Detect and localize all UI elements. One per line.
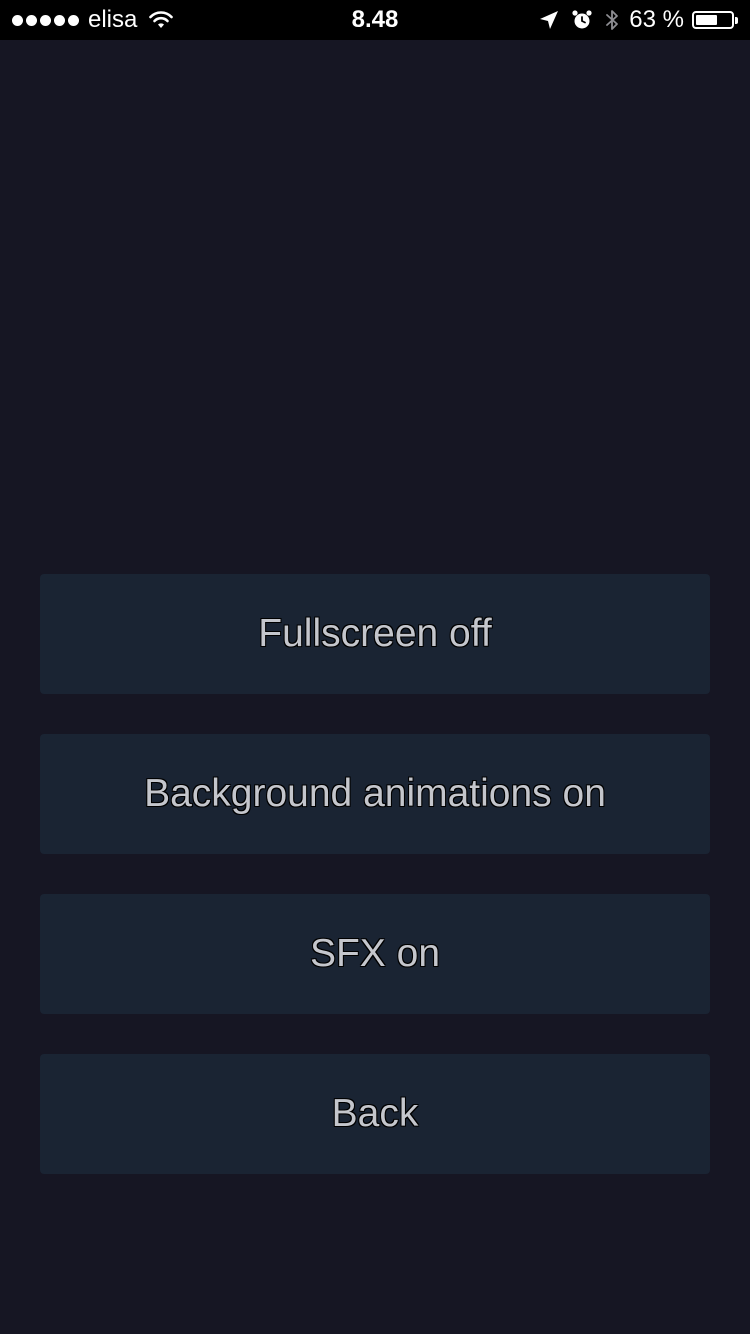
signal-dot bbox=[68, 14, 79, 26]
fullscreen-toggle-button[interactable]: Fullscreen off bbox=[40, 574, 710, 694]
background-animations-toggle-label: Background animations on bbox=[144, 772, 606, 815]
carrier-name: elisa bbox=[88, 6, 138, 33]
signal-dot bbox=[40, 14, 51, 26]
sfx-toggle-button[interactable]: SFX on bbox=[40, 894, 710, 1014]
signal-dot bbox=[26, 14, 37, 26]
location-arrow-icon bbox=[539, 10, 559, 30]
signal-strength-icon bbox=[12, 14, 79, 26]
sfx-toggle-label: SFX on bbox=[309, 932, 441, 975]
alarm-clock-icon bbox=[571, 9, 593, 31]
signal-dot bbox=[54, 14, 65, 26]
wifi-icon bbox=[149, 11, 174, 29]
fullscreen-toggle-label: Fullscreen off bbox=[258, 612, 492, 655]
back-button-label: Back bbox=[331, 1092, 419, 1135]
battery-cap bbox=[735, 16, 738, 24]
battery-icon bbox=[692, 11, 738, 29]
signal-dot bbox=[12, 14, 23, 26]
status-bar: elisa 8.48 63 % bbox=[0, 0, 750, 40]
status-bar-right: 63 % bbox=[527, 0, 738, 40]
battery-fill bbox=[696, 15, 718, 25]
back-button[interactable]: Back bbox=[40, 1054, 710, 1174]
battery-percent: 63 % bbox=[629, 6, 684, 33]
battery-body bbox=[692, 11, 734, 29]
bluetooth-icon bbox=[605, 8, 619, 32]
background-animations-toggle-button[interactable]: Background animations on bbox=[40, 734, 710, 854]
status-bar-left: elisa bbox=[12, 0, 174, 40]
settings-menu: Fullscreen off Background animations on … bbox=[40, 574, 710, 1214]
